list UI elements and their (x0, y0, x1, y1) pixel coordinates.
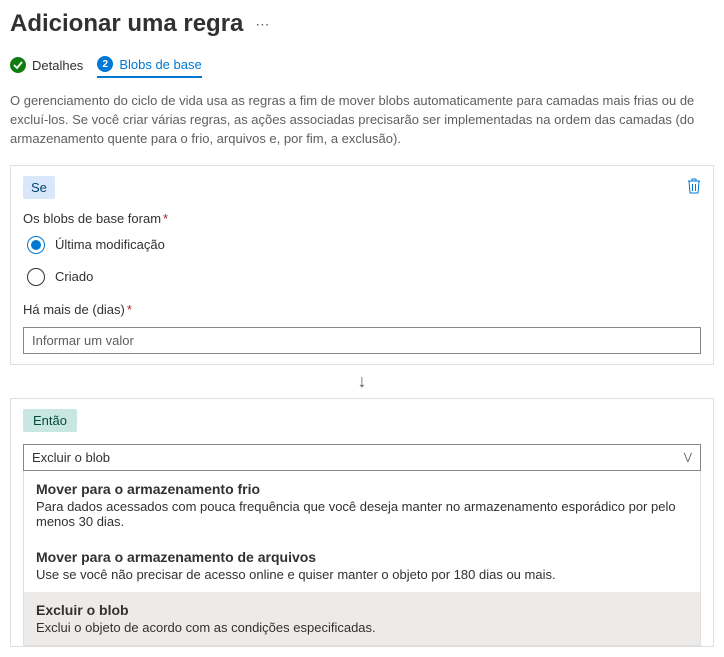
check-icon (10, 57, 26, 73)
days-label: Há mais de (dias)* (23, 302, 701, 317)
radio-icon (27, 268, 45, 286)
radio-created[interactable]: Criado (27, 268, 701, 286)
arrow-down-icon: ↓ (10, 371, 714, 392)
radio-icon (27, 236, 45, 254)
radio-last-modified[interactable]: Última modificação (27, 236, 701, 254)
then-tag: Então (23, 409, 77, 432)
dropdown-option-cool[interactable]: Mover para o armazenamento frio Para dad… (24, 471, 700, 539)
step-base-blobs[interactable]: 2 Blobs de base (97, 56, 201, 78)
days-input[interactable] (23, 327, 701, 354)
delete-icon[interactable] (687, 178, 701, 197)
action-dropdown: Mover para o armazenamento frio Para dad… (23, 471, 701, 646)
if-tag: Se (23, 176, 55, 199)
dropdown-option-desc: Para dados acessados com pouca frequênci… (36, 499, 688, 529)
dropdown-option-title: Mover para o armazenamento frio (36, 481, 688, 497)
description-text: O gerenciamento do ciclo de vida usa as … (10, 92, 714, 149)
dropdown-option-delete[interactable]: Excluir o blob Exclui o objeto de acordo… (24, 592, 700, 645)
dropdown-option-desc: Exclui o objeto de acordo com as condiçõ… (36, 620, 688, 635)
page-title: Adicionar uma regra (10, 10, 243, 38)
condition-radio-group: Última modificação Criado (27, 236, 701, 286)
radio-created-label: Criado (55, 269, 93, 284)
chevron-down-icon: ⋁ (684, 452, 692, 463)
wizard-steps: Detalhes 2 Blobs de base (10, 56, 714, 78)
if-panel: Se Os blobs de base foram* Última modifi… (10, 165, 714, 365)
dropdown-option-archive[interactable]: Mover para o armazenamento de arquivos U… (24, 539, 700, 592)
dropdown-option-title: Mover para o armazenamento de arquivos (36, 549, 688, 565)
step-number-icon: 2 (97, 56, 113, 72)
step-base-blobs-label: Blobs de base (119, 57, 201, 72)
then-panel: Então Excluir o blob ⋁ Mover para o arma… (10, 398, 714, 647)
condition-label: Os blobs de base foram* (23, 211, 701, 226)
action-select-value: Excluir o blob (32, 450, 110, 465)
step-details-label: Detalhes (32, 58, 83, 73)
dropdown-option-desc: Use se você não precisar de acesso onlin… (36, 567, 688, 582)
step-details[interactable]: Detalhes (10, 56, 83, 78)
action-select[interactable]: Excluir o blob ⋁ (23, 444, 701, 471)
radio-last-modified-label: Última modificação (55, 237, 165, 252)
more-actions-icon[interactable]: ⋯ (255, 16, 270, 33)
dropdown-option-title: Excluir o blob (36, 602, 688, 618)
